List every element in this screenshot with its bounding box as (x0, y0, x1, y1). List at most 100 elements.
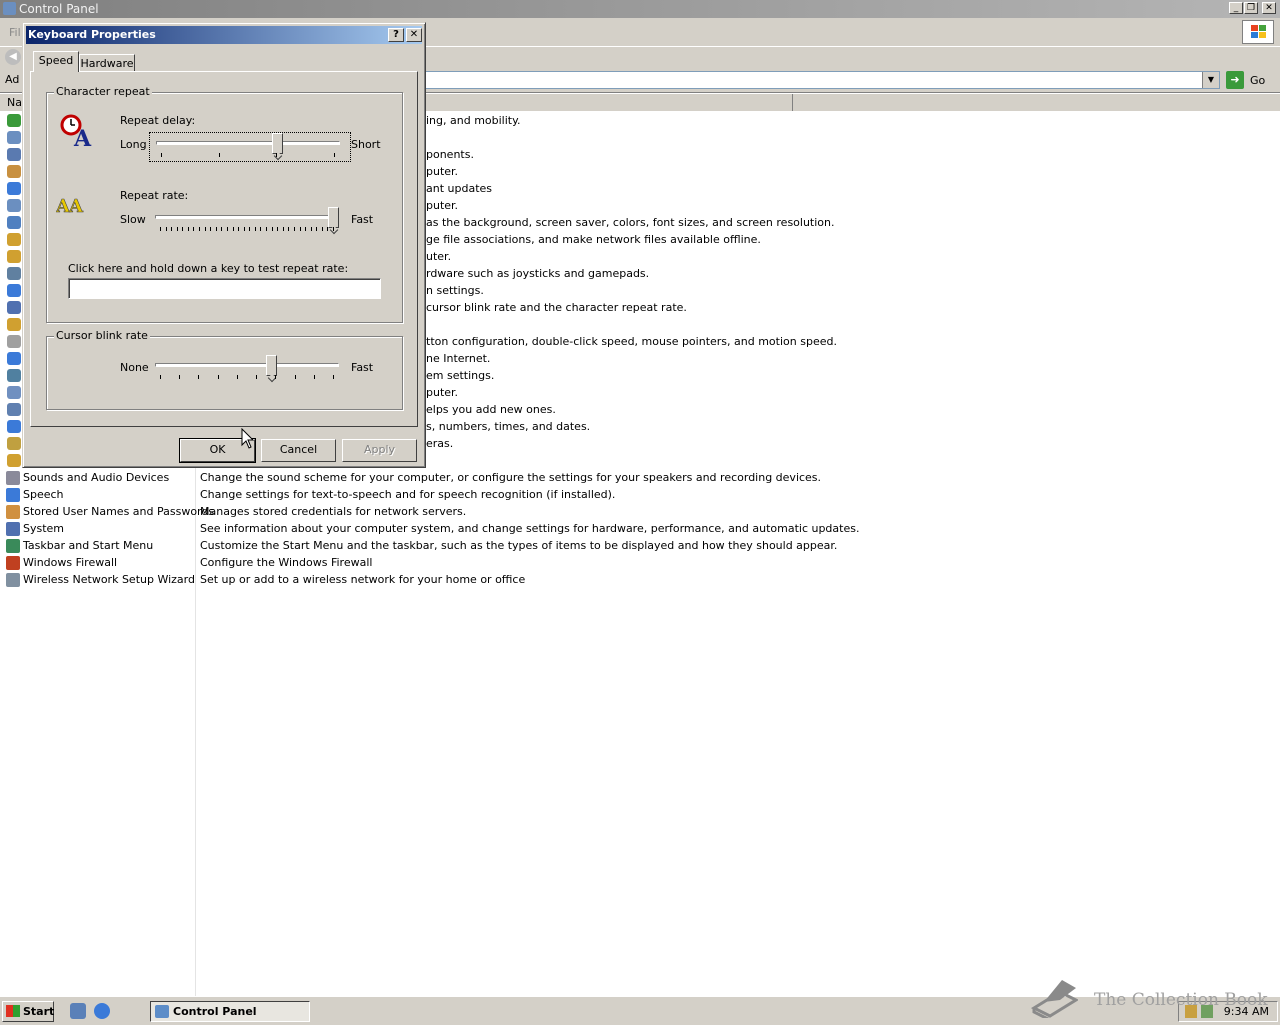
control-panel-item-icon[interactable] (7, 165, 21, 178)
cancel-button[interactable]: Cancel (261, 439, 336, 462)
slider-tick (204, 227, 206, 231)
repeat-delay-slider[interactable] (149, 132, 351, 162)
item-description-partial[interactable]: uter. (426, 250, 451, 263)
item-description-partial[interactable]: puter. (426, 165, 458, 178)
list-item[interactable]: Sounds and Audio Devices Change the sound… (0, 470, 821, 487)
control-panel-item-icon[interactable] (7, 420, 21, 433)
cursor-blink-title: Cursor blink rate (54, 329, 150, 342)
control-panel-item-icon[interactable] (7, 301, 21, 314)
item-description-partial[interactable]: rdware such as joysticks and gamepads. (426, 267, 649, 280)
repeat-rate-thumb[interactable] (328, 207, 339, 228)
repeat-delay-thumb[interactable] (271, 133, 283, 154)
control-panel-item-icon[interactable] (7, 131, 21, 144)
item-description-partial[interactable]: puter. (426, 386, 458, 399)
item-icon (6, 539, 20, 553)
blink-none-label: None (120, 361, 149, 374)
windows-flag-icon (6, 1005, 20, 1017)
list-item[interactable]: Speech Change settings for text-to-speech… (0, 487, 800, 504)
item-description-partial[interactable]: n settings. (426, 284, 484, 297)
item-description-partial[interactable]: ge file associations, and make network f… (426, 233, 761, 246)
slider-tick (288, 227, 290, 231)
control-panel-item-icon[interactable] (7, 233, 21, 246)
item-description-partial[interactable]: ant updates (426, 182, 492, 195)
slider-tick (277, 227, 279, 231)
control-panel-item-icon[interactable] (7, 199, 21, 212)
item-icon (6, 505, 20, 519)
control-panel-item-icon[interactable] (7, 352, 21, 365)
go-button[interactable]: ➜ Go (1226, 71, 1270, 89)
item-name: Speech (23, 488, 64, 501)
control-panel-item-icon[interactable] (7, 148, 21, 161)
item-description-partial[interactable]: tton configuration, double-click speed, … (426, 335, 837, 348)
item-description-partial[interactable]: eras. (426, 437, 453, 450)
item-description-partial[interactable]: s, numbers, times, and dates. (426, 420, 590, 433)
control-panel-item-icon[interactable] (7, 386, 21, 399)
help-button[interactable]: ? (388, 28, 404, 42)
control-panel-item-icon[interactable] (7, 318, 21, 331)
list-item[interactable]: Taskbar and Start Menu Customize the Star… (0, 538, 837, 555)
list-item[interactable]: System See information about your compute… (0, 521, 859, 538)
repeat-rate-icon: A A (56, 196, 84, 217)
slider-tick (217, 375, 219, 379)
item-description-partial[interactable]: puter. (426, 199, 458, 212)
item-description: Manages stored credentials for network s… (200, 505, 467, 518)
control-panel-item-icon[interactable] (7, 454, 21, 467)
repeat-delay-ticks (161, 153, 335, 157)
restore-button[interactable]: ❐ (1244, 2, 1258, 14)
item-description-partial[interactable]: elps you add new ones. (426, 403, 556, 416)
repeat-rate-ticks (160, 227, 334, 231)
address-input[interactable]: ▼ (425, 71, 1220, 89)
start-label: Start (23, 1005, 55, 1018)
close-button[interactable]: ✕ (406, 28, 422, 42)
item-description-partial[interactable]: ne Internet. (426, 352, 490, 365)
chevron-down-icon[interactable]: ▼ (1202, 72, 1219, 88)
taskbar-control-panel[interactable]: Control Panel (150, 1001, 310, 1022)
column-name[interactable]: Na (7, 96, 22, 109)
list-item[interactable]: Windows Firewall Configure the Windows Fi… (0, 555, 800, 572)
control-panel-item-icon[interactable] (7, 437, 21, 450)
control-panel-item-icon[interactable] (7, 284, 21, 297)
slider-tick (276, 153, 278, 157)
item-description-partial[interactable]: ponents. (426, 148, 474, 161)
control-panel-item-icon[interactable] (7, 182, 21, 195)
item-description-partial[interactable]: em settings. (426, 369, 494, 382)
taskbar-task-label: Control Panel (173, 1005, 257, 1018)
slider-tick (313, 375, 315, 379)
slider-tick (316, 227, 318, 231)
back-icon[interactable]: ◀ (5, 49, 21, 65)
desktop-icon[interactable] (70, 1003, 86, 1019)
close-window-button[interactable]: ✕ (1262, 2, 1276, 14)
tab-hardware[interactable]: Hardware (79, 54, 135, 72)
control-panel-item-icon[interactable] (7, 267, 21, 280)
slider-tick (299, 227, 301, 231)
control-panel-item-icon[interactable] (7, 216, 21, 229)
item-name: Stored User Names and Passwords (23, 505, 215, 518)
watermark-text: The Collection Book (1094, 990, 1268, 1010)
slider-tick (187, 227, 189, 231)
repeat-rate-slider[interactable] (149, 207, 349, 235)
minimize-button[interactable]: _ (1229, 2, 1243, 14)
list-item[interactable]: Wireless Network Setup Wizard Set up or a… (0, 572, 800, 589)
list-item[interactable]: Stored User Names and Passwords Manages s… (0, 504, 800, 521)
control-panel-item-icon[interactable] (7, 114, 21, 127)
test-repeat-input[interactable] (68, 278, 381, 299)
item-description-partial[interactable]: ing, and mobility. (426, 114, 521, 127)
internet-explorer-icon[interactable] (94, 1003, 110, 1019)
control-panel-item-icon[interactable] (7, 369, 21, 382)
slider-tick (327, 227, 329, 231)
item-description: Change settings for text-to-speech and f… (200, 488, 616, 501)
menu-file[interactable]: Fil (9, 26, 21, 39)
control-panel-item-icon[interactable] (7, 335, 21, 348)
cursor-blink-slider[interactable] (149, 355, 349, 383)
tab-speed[interactable]: Speed (33, 51, 79, 72)
cursor-blink-thumb[interactable] (265, 355, 277, 376)
slider-tick (256, 375, 258, 379)
apply-button[interactable]: Apply (342, 439, 417, 462)
start-button[interactable]: Start (2, 1001, 54, 1022)
go-label: Go (1250, 74, 1266, 87)
control-panel-item-icon[interactable] (7, 403, 21, 416)
slider-tick (199, 227, 201, 231)
item-description-partial[interactable]: cursor blink rate and the character repe… (426, 301, 687, 314)
control-panel-item-icon[interactable] (7, 250, 21, 263)
item-description-partial[interactable]: as the background, screen saver, colors,… (426, 216, 835, 229)
